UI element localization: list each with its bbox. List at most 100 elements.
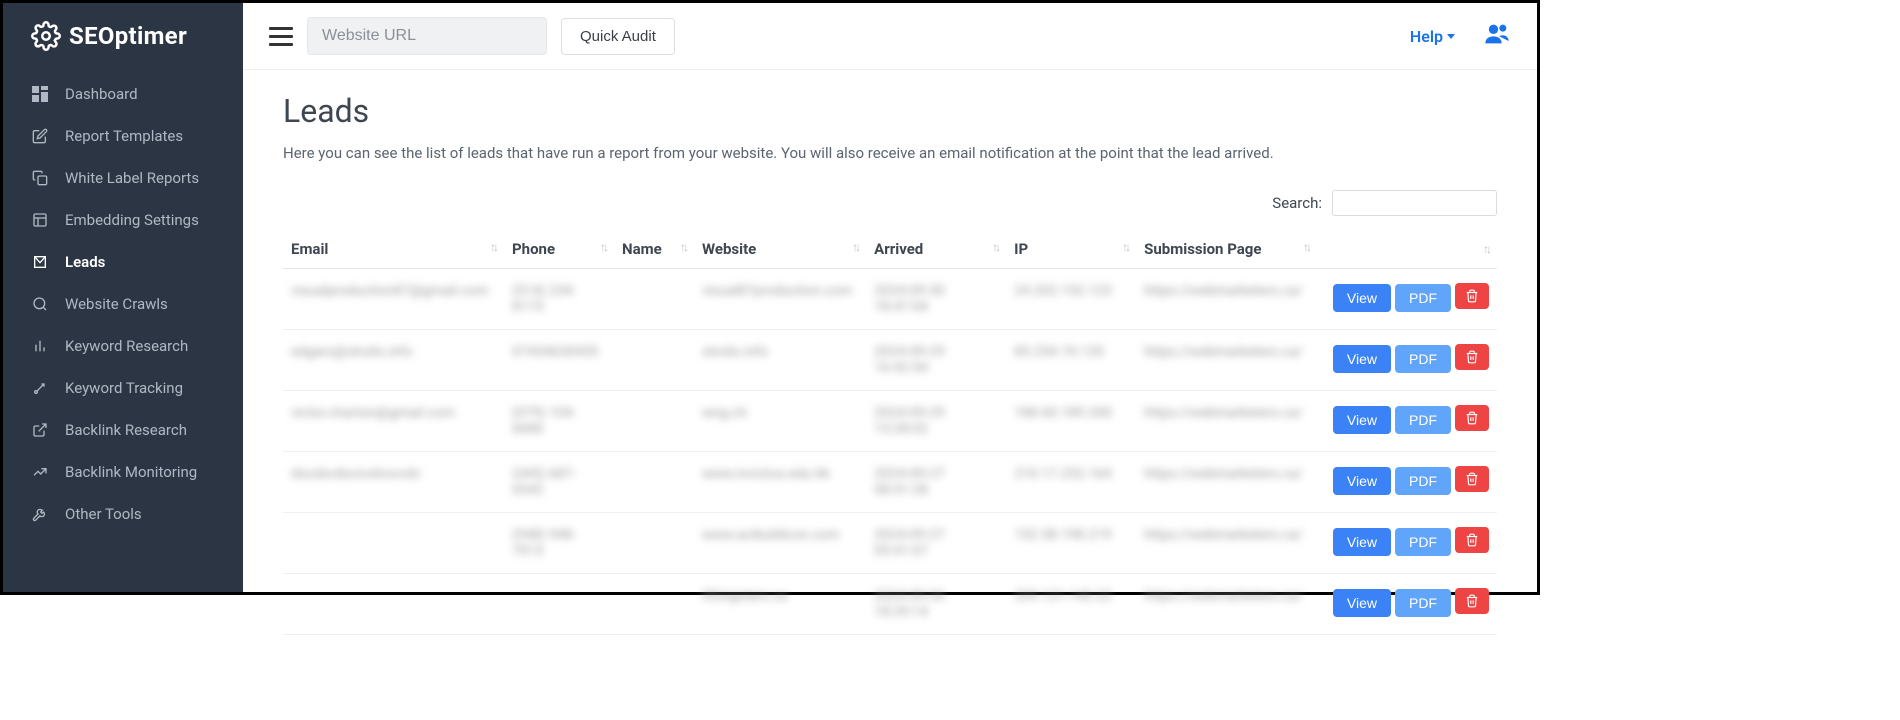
cell-actions: ViewPDF [1317,513,1497,574]
cell-arrived: 2024-09-29 13:28:02 [866,391,1006,452]
view-button[interactable]: View [1333,467,1391,495]
view-button[interactable]: View [1333,284,1391,312]
external-link-icon [31,421,49,439]
cell-phone: (514) 234-8173 [504,269,614,330]
delete-button[interactable] [1455,588,1489,614]
sidebar-item-label: Dashboard [65,85,138,103]
cell-arrived: 2024-09-26 18:29:14 [866,574,1006,635]
bar-chart-icon [31,337,49,355]
delete-button[interactable] [1455,283,1489,309]
target-icon [31,379,49,397]
cell-submission: https://webmarketers.ca/ [1136,574,1317,635]
cell-submission: https://webmarketers.ca/ [1136,391,1317,452]
cell-name [614,391,694,452]
search-input[interactable] [1332,190,1497,216]
sidebar-item-keyword-tracking[interactable]: Keyword Tracking [3,367,243,409]
cell-name [614,452,694,513]
cell-email [283,513,504,574]
cell-ip: 210.17.252.164 [1006,452,1136,513]
brand-text: SEOptimer [69,22,187,50]
delete-button[interactable] [1455,527,1489,553]
layout-icon [31,211,49,229]
cell-website: visual87production.com [694,269,866,330]
leads-table: Email↑↓ Phone↑↓ Name↑↓ Website↑↓ Arrived… [283,230,1497,635]
view-button[interactable]: View [1333,406,1391,434]
menu-toggle-icon[interactable] [269,24,293,48]
cell-submission: https://webmarketers.ca/ [1136,269,1317,330]
cell-name [614,330,694,391]
sidebar-item-label: Backlink Monitoring [65,463,197,481]
pdf-button[interactable]: PDF [1395,467,1451,495]
table-row: (948) 948-7013www.acibuildcon.com2024-09… [283,513,1497,574]
sidebar-item-dashboard[interactable]: Dashboard [3,73,243,115]
pdf-button[interactable]: PDF [1395,528,1451,556]
sort-icon: ↑↓ [1303,240,1309,254]
cell-phone: 07434630435 [504,330,614,391]
delete-button[interactable] [1455,405,1489,431]
gear-icon [31,21,61,51]
col-phone[interactable]: Phone↑↓ [504,230,614,269]
cell-arrived: 2024-09-30 18:47:04 [866,269,1006,330]
pdf-button[interactable]: PDF [1395,589,1451,617]
sidebar-item-label: Keyword Research [65,337,188,355]
sidebar-item-backlink-research[interactable]: Backlink Research [3,409,243,451]
quick-audit-button[interactable]: Quick Audit [561,18,675,55]
pdf-button[interactable]: PDF [1395,406,1451,434]
cell-phone: (948) 948-7013 [504,513,614,574]
col-actions: ↑↓ [1317,230,1497,269]
cell-arrived: 2024-09-27 08:51:28 [866,452,1006,513]
chevron-down-icon [1447,34,1455,39]
cell-ip: 188.60.189.200 [1006,391,1136,452]
trash-icon [1465,411,1479,425]
delete-button[interactable] [1455,466,1489,492]
cell-email: edgars@strolis.info [283,330,504,391]
pdf-button[interactable]: PDF [1395,345,1451,373]
users-icon[interactable] [1483,20,1511,52]
sidebar-item-label: Report Templates [65,127,183,145]
sort-icon: ↑↓ [852,240,858,254]
cell-website: www.acibuildcon.com [694,513,866,574]
tool-icon [31,505,49,523]
help-label: Help [1410,27,1443,46]
sidebar: SEOptimer Dashboard Report Templates Whi… [3,3,243,592]
col-name[interactable]: Name↑↓ [614,230,694,269]
sidebar-item-label: Website Crawls [65,295,168,313]
sidebar-item-leads[interactable]: Leads [3,241,243,283]
brand-logo[interactable]: SEOptimer [3,3,243,73]
sidebar-item-label: Backlink Research [65,421,187,439]
sidebar-item-crawls[interactable]: Website Crawls [3,283,243,325]
sidebar-item-other-tools[interactable]: Other Tools [3,493,243,535]
view-button[interactable]: View [1333,528,1391,556]
sidebar-item-white-label[interactable]: White Label Reports [3,157,243,199]
cell-ip: 209.121.140.22 [1006,574,1136,635]
page-title: Leads [283,92,1497,130]
sidebar-item-keyword-research[interactable]: Keyword Research [3,325,243,367]
sort-icon: ↑↓ [490,240,496,254]
sidebar-item-label: White Label Reports [65,169,199,187]
search-label: Search: [1272,194,1322,212]
sort-icon: ↑↓ [680,240,686,254]
pdf-button[interactable]: PDF [1395,284,1451,312]
website-url-input[interactable] [307,17,547,55]
table-row: edgars@strolis.info07434630435strolis.in… [283,330,1497,391]
view-button[interactable]: View [1333,345,1391,373]
sidebar-item-embedding[interactable]: Embedding Settings [3,199,243,241]
col-ip[interactable]: IP↑↓ [1006,230,1136,269]
col-arrived[interactable]: Arrived↑↓ [866,230,1006,269]
cell-ip: 85.254.74.135 [1006,330,1136,391]
table-row: liftingstars.ca2024-09-26 18:29:14209.12… [283,574,1497,635]
dashboard-icon [31,85,49,103]
view-button[interactable]: View [1333,589,1391,617]
col-submission[interactable]: Submission Page↑↓ [1136,230,1317,269]
page-content: Leads Here you can see the list of leads… [243,70,1537,657]
delete-button[interactable] [1455,344,1489,370]
help-dropdown[interactable]: Help [1410,27,1455,46]
col-website[interactable]: Website↑↓ [694,230,866,269]
sidebar-item-backlink-monitoring[interactable]: Backlink Monitoring [3,451,243,493]
cell-submission: https://webmarketers.ca/ [1136,513,1317,574]
cell-phone: (079) 104-6680 [504,391,614,452]
col-email[interactable]: Email↑↓ [283,230,504,269]
cell-website: www.invictus.edu.hk [694,452,866,513]
sidebar-item-report-templates[interactable]: Report Templates [3,115,243,157]
search-icon [31,295,49,313]
